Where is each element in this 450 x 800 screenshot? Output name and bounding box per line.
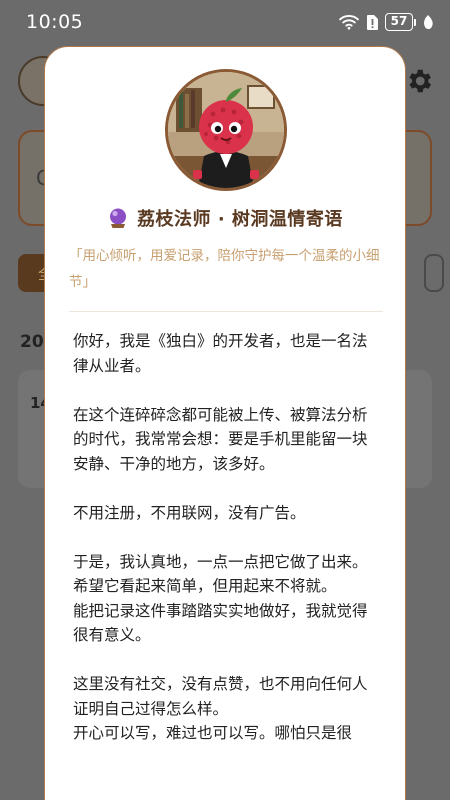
settings-gear-icon[interactable]	[404, 66, 434, 96]
developer-message-dialog: 荔枝法师 · 树洞温情寄语 「用心倾听，用爱记录，陪你守护每一个温柔的小细节」 …	[44, 46, 406, 800]
lychee-lawyer-portrait	[165, 69, 287, 191]
dialog-title: 荔枝法师 · 树洞温情寄语	[45, 205, 405, 231]
body-paragraph: 希望它看起来简单，但用起来不将就。	[73, 577, 337, 595]
dialog-subtitle: 「用心倾听，用爱记录，陪你守护每一个温柔的小细节」	[69, 248, 380, 290]
crystal-ball-icon	[110, 208, 127, 228]
body-paragraph: 不用注册，不用联网，没有广告。	[73, 503, 306, 522]
body-paragraph: 这里没有社交，没有点赞，也不用向任何人证明自己过得怎么样。	[73, 675, 368, 718]
status-time: 10:05	[26, 11, 84, 33]
year-label: 20	[20, 332, 44, 352]
dialog-body: 你好，我是《独白》的开发者，也是一名法律从业者。在这个连碎碎念都可能被上传、被算…	[73, 329, 373, 746]
body-paragraph: 能把记录这件事踏踏实实地做好，我就觉得很有意义。	[73, 601, 368, 645]
battery-level: 57	[385, 13, 413, 31]
filter-chip[interactable]	[424, 254, 444, 292]
status-icons: 57	[338, 13, 434, 31]
divider	[69, 311, 383, 312]
body-paragraph: 你好，我是《独白》的开发者，也是一名法律从业者。	[73, 332, 368, 375]
body-paragraph: 在这个连碎碎念都可能被上传、被算法分析的时代，我常常会想：要是手机里能留一块安静…	[73, 405, 368, 473]
battery-icon: 57	[385, 13, 416, 31]
wifi-icon	[339, 15, 359, 30]
alert-sim-icon	[367, 14, 378, 30]
leaf-icon	[424, 14, 433, 29]
body-paragraph: 开心可以写，难过也可以写。哪怕只是很	[73, 724, 353, 742]
dialog-title-text: 荔枝法师 · 树洞温情寄语	[137, 209, 343, 230]
body-paragraph: 于是，我认真地，一点一点把它做了出来。	[73, 552, 368, 571]
status-bar: 10:05 57	[0, 0, 450, 44]
